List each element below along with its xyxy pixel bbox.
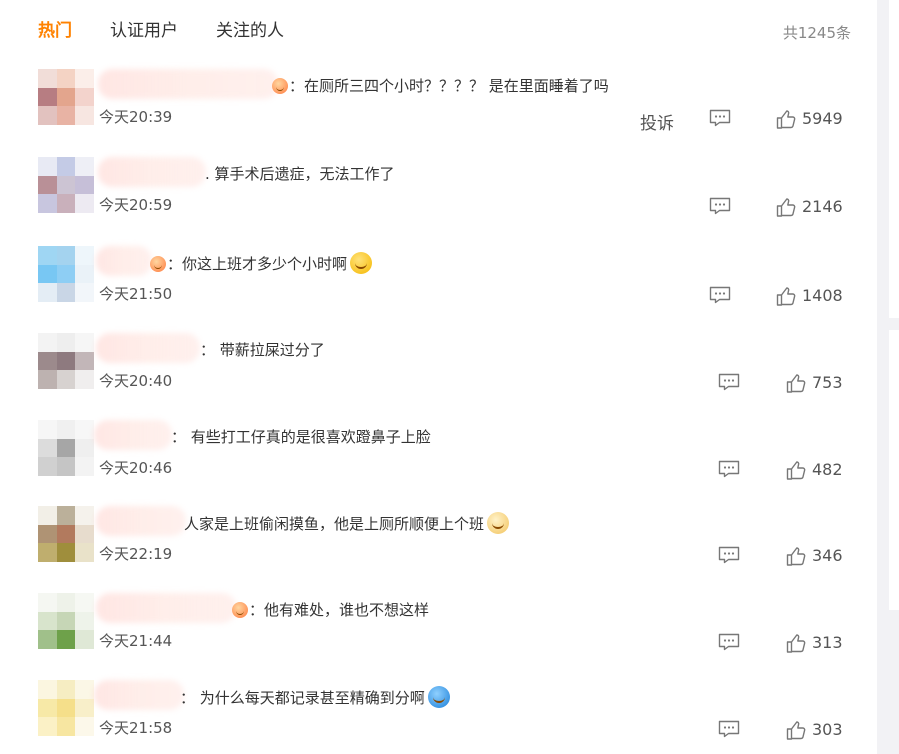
like-count: 303 [812,720,843,739]
doge-emoji [487,512,510,534]
comment-time: 今天21:44 [99,632,173,650]
like-count: 482 [812,460,843,479]
comment-tabs: 热门 认证用户 关注的人 [38,18,322,44]
avatar[interactable] [38,333,94,389]
avatar[interactable] [38,680,94,736]
like-count: 5949 [802,109,843,128]
comment-item: ： 带薪拉屎过分了 今天20:40 753 [38,333,853,420]
like-button[interactable]: 482 [786,460,843,480]
comment-text: ： 带薪拉屎过分了 [200,341,325,359]
like-button[interactable]: 303 [786,720,843,740]
like-count: 346 [812,546,843,565]
comment-text: ：你这上班才多少个小时啊 [150,252,373,275]
doraemon-emoji [427,686,450,708]
comment-item: ： 为什么每天都记录甚至精确到分啊 今天21:58 303 [38,680,853,754]
like-button[interactable]: 5949 [776,109,843,129]
like-count: 753 [812,373,843,392]
username-redacted[interactable] [96,593,236,623]
thumbs-up-icon [786,460,806,480]
like-button[interactable]: 753 [786,373,843,393]
side-panel-card [889,330,899,610]
avatar[interactable] [38,593,94,649]
like-button[interactable]: 1408 [776,286,843,306]
comment-text: . 算手术后遗症，无法工作了 [205,165,395,183]
avatar[interactable] [38,69,94,125]
reply-icon[interactable] [709,286,731,304]
heart-eyes-emoji [232,602,248,618]
heart-eyes-emoji [150,256,166,272]
avatar[interactable] [38,420,94,476]
side-panel-card [889,0,899,318]
avatar[interactable] [38,246,94,302]
username-redacted[interactable] [94,680,184,710]
comments-panel: 热门 认证用户 关注的人 共1245条 ：在厕所三四个小时？？？？ 是在里面睡着… [0,0,877,754]
avatar[interactable] [38,157,94,213]
comment-time: 今天21:58 [99,719,173,737]
username-redacted[interactable] [96,506,186,536]
comment-time: 今天22:19 [99,545,173,563]
comment-time: 今天20:39 [99,108,173,126]
comment-time: 今天20:59 [99,196,173,214]
thumbs-up-icon [786,720,806,740]
username-redacted[interactable] [96,333,200,363]
comment-item: ：在厕所三四个小时？？？？ 是在里面睡着了吗 今天20:39 投诉 5949 [38,69,853,156]
reply-icon[interactable] [718,720,740,738]
comment-text: 人家是上班偷闲摸鱼，他是上厕所顺便上个班 [184,512,510,535]
like-button[interactable]: 313 [786,633,843,653]
reply-icon[interactable] [709,197,731,215]
like-count: 1408 [802,286,843,305]
laughing-tears-emoji [350,252,373,274]
like-button[interactable]: 2146 [776,197,843,217]
comment-time: 今天20:46 [99,459,173,477]
username-redacted[interactable] [94,420,172,450]
reply-icon[interactable] [718,546,740,564]
comment-text: ： 为什么每天都记录甚至精确到分啊 [180,686,450,709]
comment-item: ： 有些打工仔真的是很喜欢蹬鼻子上脸 今天20:46 482 [38,420,853,507]
reply-icon[interactable] [718,633,740,651]
like-button[interactable]: 346 [786,546,843,566]
reply-icon[interactable] [709,109,731,127]
thumbs-up-icon [786,633,806,653]
comment-item: 人家是上班偷闲摸鱼，他是上厕所顺便上个班 今天22:19 346 [38,506,853,593]
comment-total-count: 共1245条 [782,24,851,42]
comment-time: 今天21:50 [99,285,173,303]
like-count: 313 [812,633,843,652]
username-redacted[interactable] [98,157,206,187]
thumbs-up-icon [776,109,796,129]
comment-item: ：你这上班才多少个小时啊 今天21:50 1408 [38,246,853,333]
report-button[interactable]: 投诉 [640,109,674,134]
username-redacted[interactable] [96,246,152,276]
thumbs-up-icon [776,286,796,306]
comment-text: ：他有难处，谁也不想这样 [232,599,429,621]
comment-text: ： 有些打工仔真的是很喜欢蹬鼻子上脸 [171,428,431,446]
comment-item: ：他有难处，谁也不想这样 今天21:44 313 [38,593,853,680]
tab-verified-users[interactable]: 认证用户 [110,18,178,44]
avatar[interactable] [38,506,94,562]
comment-time: 今天20:40 [99,372,173,390]
comment-text: ：在厕所三四个小时？？？？ 是在里面睡着了吗 [272,75,609,97]
reply-icon[interactable] [718,460,740,478]
like-count: 2146 [802,197,843,216]
thumbs-up-icon [776,197,796,217]
heart-eyes-emoji [272,78,288,94]
thumbs-up-icon [786,546,806,566]
thumbs-up-icon [786,373,806,393]
comment-item: . 算手术后遗症，无法工作了 今天20:59 2146 [38,157,853,244]
username-redacted[interactable] [98,69,278,99]
tab-following[interactable]: 关注的人 [216,18,284,44]
tab-hot[interactable]: 热门 [38,18,72,44]
reply-icon[interactable] [718,373,740,391]
